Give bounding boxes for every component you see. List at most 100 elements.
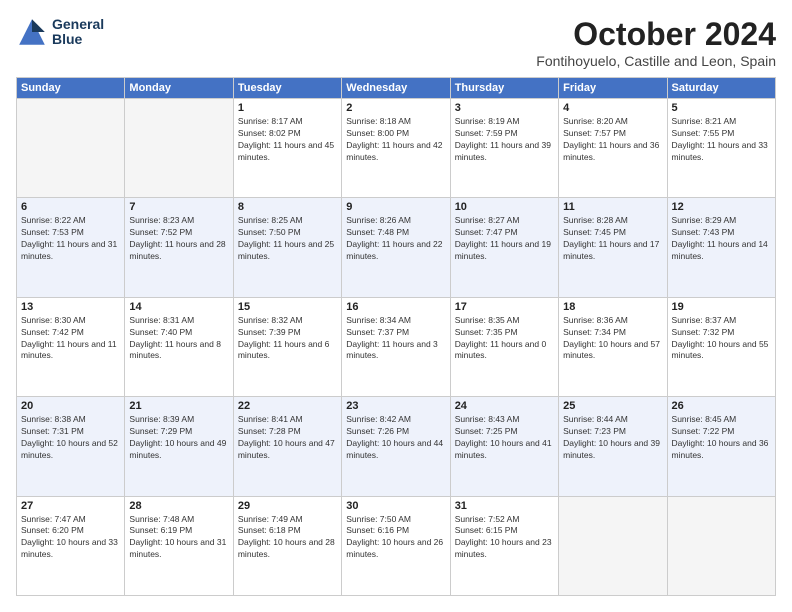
day-header-tuesday: Tuesday (233, 78, 341, 99)
day-info: Sunrise: 8:22 AM Sunset: 7:53 PM Dayligh… (21, 215, 120, 263)
week-row-3: 13 Sunrise: 8:30 AM Sunset: 7:42 PM Dayli… (17, 297, 776, 396)
calendar-cell: 3Sunrise: 8:19 AM Sunset: 7:59 PM Daylig… (450, 99, 558, 198)
day-info: Sunrise: 8:28 AM Sunset: 7:45 PM Dayligh… (563, 215, 662, 263)
day-number: 20 (21, 400, 120, 412)
calendar-cell: 19 Sunrise: 8:37 AM Sunset: 7:32 PM Dayli… (667, 297, 775, 396)
day-header-thursday: Thursday (450, 78, 558, 99)
day-number: 10 (455, 201, 554, 213)
day-number: 24 (455, 400, 554, 412)
calendar-cell: 2 Sunrise: 8:18 AM Sunset: 8:00 PM Daylig… (342, 99, 450, 198)
calendar-cell: 18 Sunrise: 8:36 AM Sunset: 7:34 PM Dayli… (559, 297, 667, 396)
day-info: Sunrise: 8:45 AM Sunset: 7:22 PM Dayligh… (672, 414, 771, 462)
day-number: 19 (672, 301, 771, 313)
day-number: 29 (238, 500, 337, 512)
calendar-cell: 12Sunrise: 8:29 AM Sunset: 7:43 PM Dayli… (667, 198, 775, 297)
calendar-cell (667, 496, 775, 595)
day-number: 15 (238, 301, 337, 313)
day-header-sunday: Sunday (17, 78, 125, 99)
day-header-wednesday: Wednesday (342, 78, 450, 99)
day-info: Sunrise: 7:49 AM Sunset: 6:18 PM Dayligh… (238, 514, 337, 562)
calendar-cell: 26 Sunrise: 8:45 AM Sunset: 7:22 PM Dayli… (667, 397, 775, 496)
calendar-cell: 6Sunrise: 8:22 AM Sunset: 7:53 PM Daylig… (17, 198, 125, 297)
day-info: Sunrise: 8:27 AM Sunset: 7:47 PM Dayligh… (455, 215, 554, 263)
day-number: 11 (563, 201, 662, 213)
day-number: 12 (672, 201, 771, 213)
day-number: 3 (455, 102, 554, 114)
calendar-cell: 17 Sunrise: 8:35 AM Sunset: 7:35 PM Dayli… (450, 297, 558, 396)
day-info: Sunrise: 8:25 AM Sunset: 7:50 PM Dayligh… (238, 215, 337, 263)
day-info: Sunrise: 8:41 AM Sunset: 7:28 PM Dayligh… (238, 414, 337, 462)
day-info: Sunrise: 7:50 AM Sunset: 6:16 PM Dayligh… (346, 514, 445, 562)
day-info: Sunrise: 8:37 AM Sunset: 7:32 PM Dayligh… (672, 315, 771, 363)
day-info: Sunrise: 8:31 AM Sunset: 7:40 PM Dayligh… (129, 315, 228, 363)
calendar-cell: 23 Sunrise: 8:42 AM Sunset: 7:26 PM Dayli… (342, 397, 450, 496)
day-number: 17 (455, 301, 554, 313)
calendar-cell: 4Sunrise: 8:20 AM Sunset: 7:57 PM Daylig… (559, 99, 667, 198)
calendar-cell: 27Sunrise: 7:47 AM Sunset: 6:20 PM Dayli… (17, 496, 125, 595)
calendar-cell: 30Sunrise: 7:50 AM Sunset: 6:16 PM Dayli… (342, 496, 450, 595)
day-info: Sunrise: 8:35 AM Sunset: 7:35 PM Dayligh… (455, 315, 554, 363)
day-info: Sunrise: 8:44 AM Sunset: 7:23 PM Dayligh… (563, 414, 662, 462)
day-number: 23 (346, 400, 445, 412)
calendar-cell: 11 Sunrise: 8:28 AM Sunset: 7:45 PM Dayli… (559, 198, 667, 297)
logo-line2: Blue (52, 32, 104, 47)
calendar-cell (559, 496, 667, 595)
day-number: 4 (563, 102, 662, 114)
day-number: 21 (129, 400, 228, 412)
day-number: 5 (672, 102, 771, 114)
calendar-cell: 10 Sunrise: 8:27 AM Sunset: 7:47 PM Dayli… (450, 198, 558, 297)
day-info: Sunrise: 8:42 AM Sunset: 7:26 PM Dayligh… (346, 414, 445, 462)
calendar-cell: 25 Sunrise: 8:44 AM Sunset: 7:23 PM Dayli… (559, 397, 667, 496)
day-info: Sunrise: 8:18 AM Sunset: 8:00 PM Dayligh… (346, 116, 445, 164)
header-row: SundayMondayTuesdayWednesdayThursdayFrid… (17, 78, 776, 99)
calendar: SundayMondayTuesdayWednesdayThursdayFrid… (16, 77, 776, 596)
day-info: Sunrise: 8:21 AM Sunset: 7:55 PM Dayligh… (672, 116, 771, 164)
logo-text: General Blue (52, 17, 104, 48)
day-info: Sunrise: 8:36 AM Sunset: 7:34 PM Dayligh… (563, 315, 662, 363)
calendar-cell (17, 99, 125, 198)
day-number: 27 (21, 500, 120, 512)
calendar-cell: 14 Sunrise: 8:31 AM Sunset: 7:40 PM Dayli… (125, 297, 233, 396)
calendar-cell: 29 Sunrise: 7:49 AM Sunset: 6:18 PM Dayli… (233, 496, 341, 595)
day-header-monday: Monday (125, 78, 233, 99)
day-number: 14 (129, 301, 228, 313)
calendar-cell: 21Sunrise: 8:39 AM Sunset: 7:29 PM Dayli… (125, 397, 233, 496)
logo-icon (16, 16, 48, 48)
page: General Blue October 2024 Fontihoyuelo, … (0, 0, 792, 612)
day-info: Sunrise: 7:48 AM Sunset: 6:19 PM Dayligh… (129, 514, 228, 562)
day-number: 2 (346, 102, 445, 114)
calendar-cell: 24 Sunrise: 8:43 AM Sunset: 7:25 PM Dayli… (450, 397, 558, 496)
calendar-cell: 20 Sunrise: 8:38 AM Sunset: 7:31 PM Dayli… (17, 397, 125, 496)
day-number: 7 (129, 201, 228, 213)
week-row-4: 20 Sunrise: 8:38 AM Sunset: 7:31 PM Dayli… (17, 397, 776, 496)
calendar-cell: 15 Sunrise: 8:32 AM Sunset: 7:39 PM Dayli… (233, 297, 341, 396)
day-number: 26 (672, 400, 771, 412)
calendar-cell: 22 Sunrise: 8:41 AM Sunset: 7:28 PM Dayli… (233, 397, 341, 496)
day-info: Sunrise: 8:23 AM Sunset: 7:52 PM Dayligh… (129, 215, 228, 263)
day-info: Sunrise: 8:43 AM Sunset: 7:25 PM Dayligh… (455, 414, 554, 462)
week-row-5: 27Sunrise: 7:47 AM Sunset: 6:20 PM Dayli… (17, 496, 776, 595)
day-info: Sunrise: 8:38 AM Sunset: 7:31 PM Dayligh… (21, 414, 120, 462)
calendar-cell: 5 Sunrise: 8:21 AM Sunset: 7:55 PM Daylig… (667, 99, 775, 198)
day-info: Sunrise: 8:26 AM Sunset: 7:48 PM Dayligh… (346, 215, 445, 263)
day-number: 18 (563, 301, 662, 313)
week-row-2: 6Sunrise: 8:22 AM Sunset: 7:53 PM Daylig… (17, 198, 776, 297)
day-number: 25 (563, 400, 662, 412)
logo: General Blue (16, 16, 104, 48)
day-header-friday: Friday (559, 78, 667, 99)
day-number: 13 (21, 301, 120, 313)
week-row-1: 1Sunrise: 8:17 AM Sunset: 8:02 PM Daylig… (17, 99, 776, 198)
day-number: 22 (238, 400, 337, 412)
day-number: 9 (346, 201, 445, 213)
day-number: 28 (129, 500, 228, 512)
day-info: Sunrise: 8:32 AM Sunset: 7:39 PM Dayligh… (238, 315, 337, 363)
day-header-saturday: Saturday (667, 78, 775, 99)
day-info: Sunrise: 8:34 AM Sunset: 7:37 PM Dayligh… (346, 315, 445, 363)
calendar-cell: 7 Sunrise: 8:23 AM Sunset: 7:52 PM Daylig… (125, 198, 233, 297)
calendar-cell: 28 Sunrise: 7:48 AM Sunset: 6:19 PM Dayli… (125, 496, 233, 595)
header: General Blue October 2024 Fontihoyuelo, … (16, 16, 776, 69)
calendar-cell: 8Sunrise: 8:25 AM Sunset: 7:50 PM Daylig… (233, 198, 341, 297)
day-info: Sunrise: 8:17 AM Sunset: 8:02 PM Dayligh… (238, 116, 337, 164)
day-info: Sunrise: 8:30 AM Sunset: 7:42 PM Dayligh… (21, 315, 120, 363)
day-info: Sunrise: 7:52 AM Sunset: 6:15 PM Dayligh… (455, 514, 554, 562)
